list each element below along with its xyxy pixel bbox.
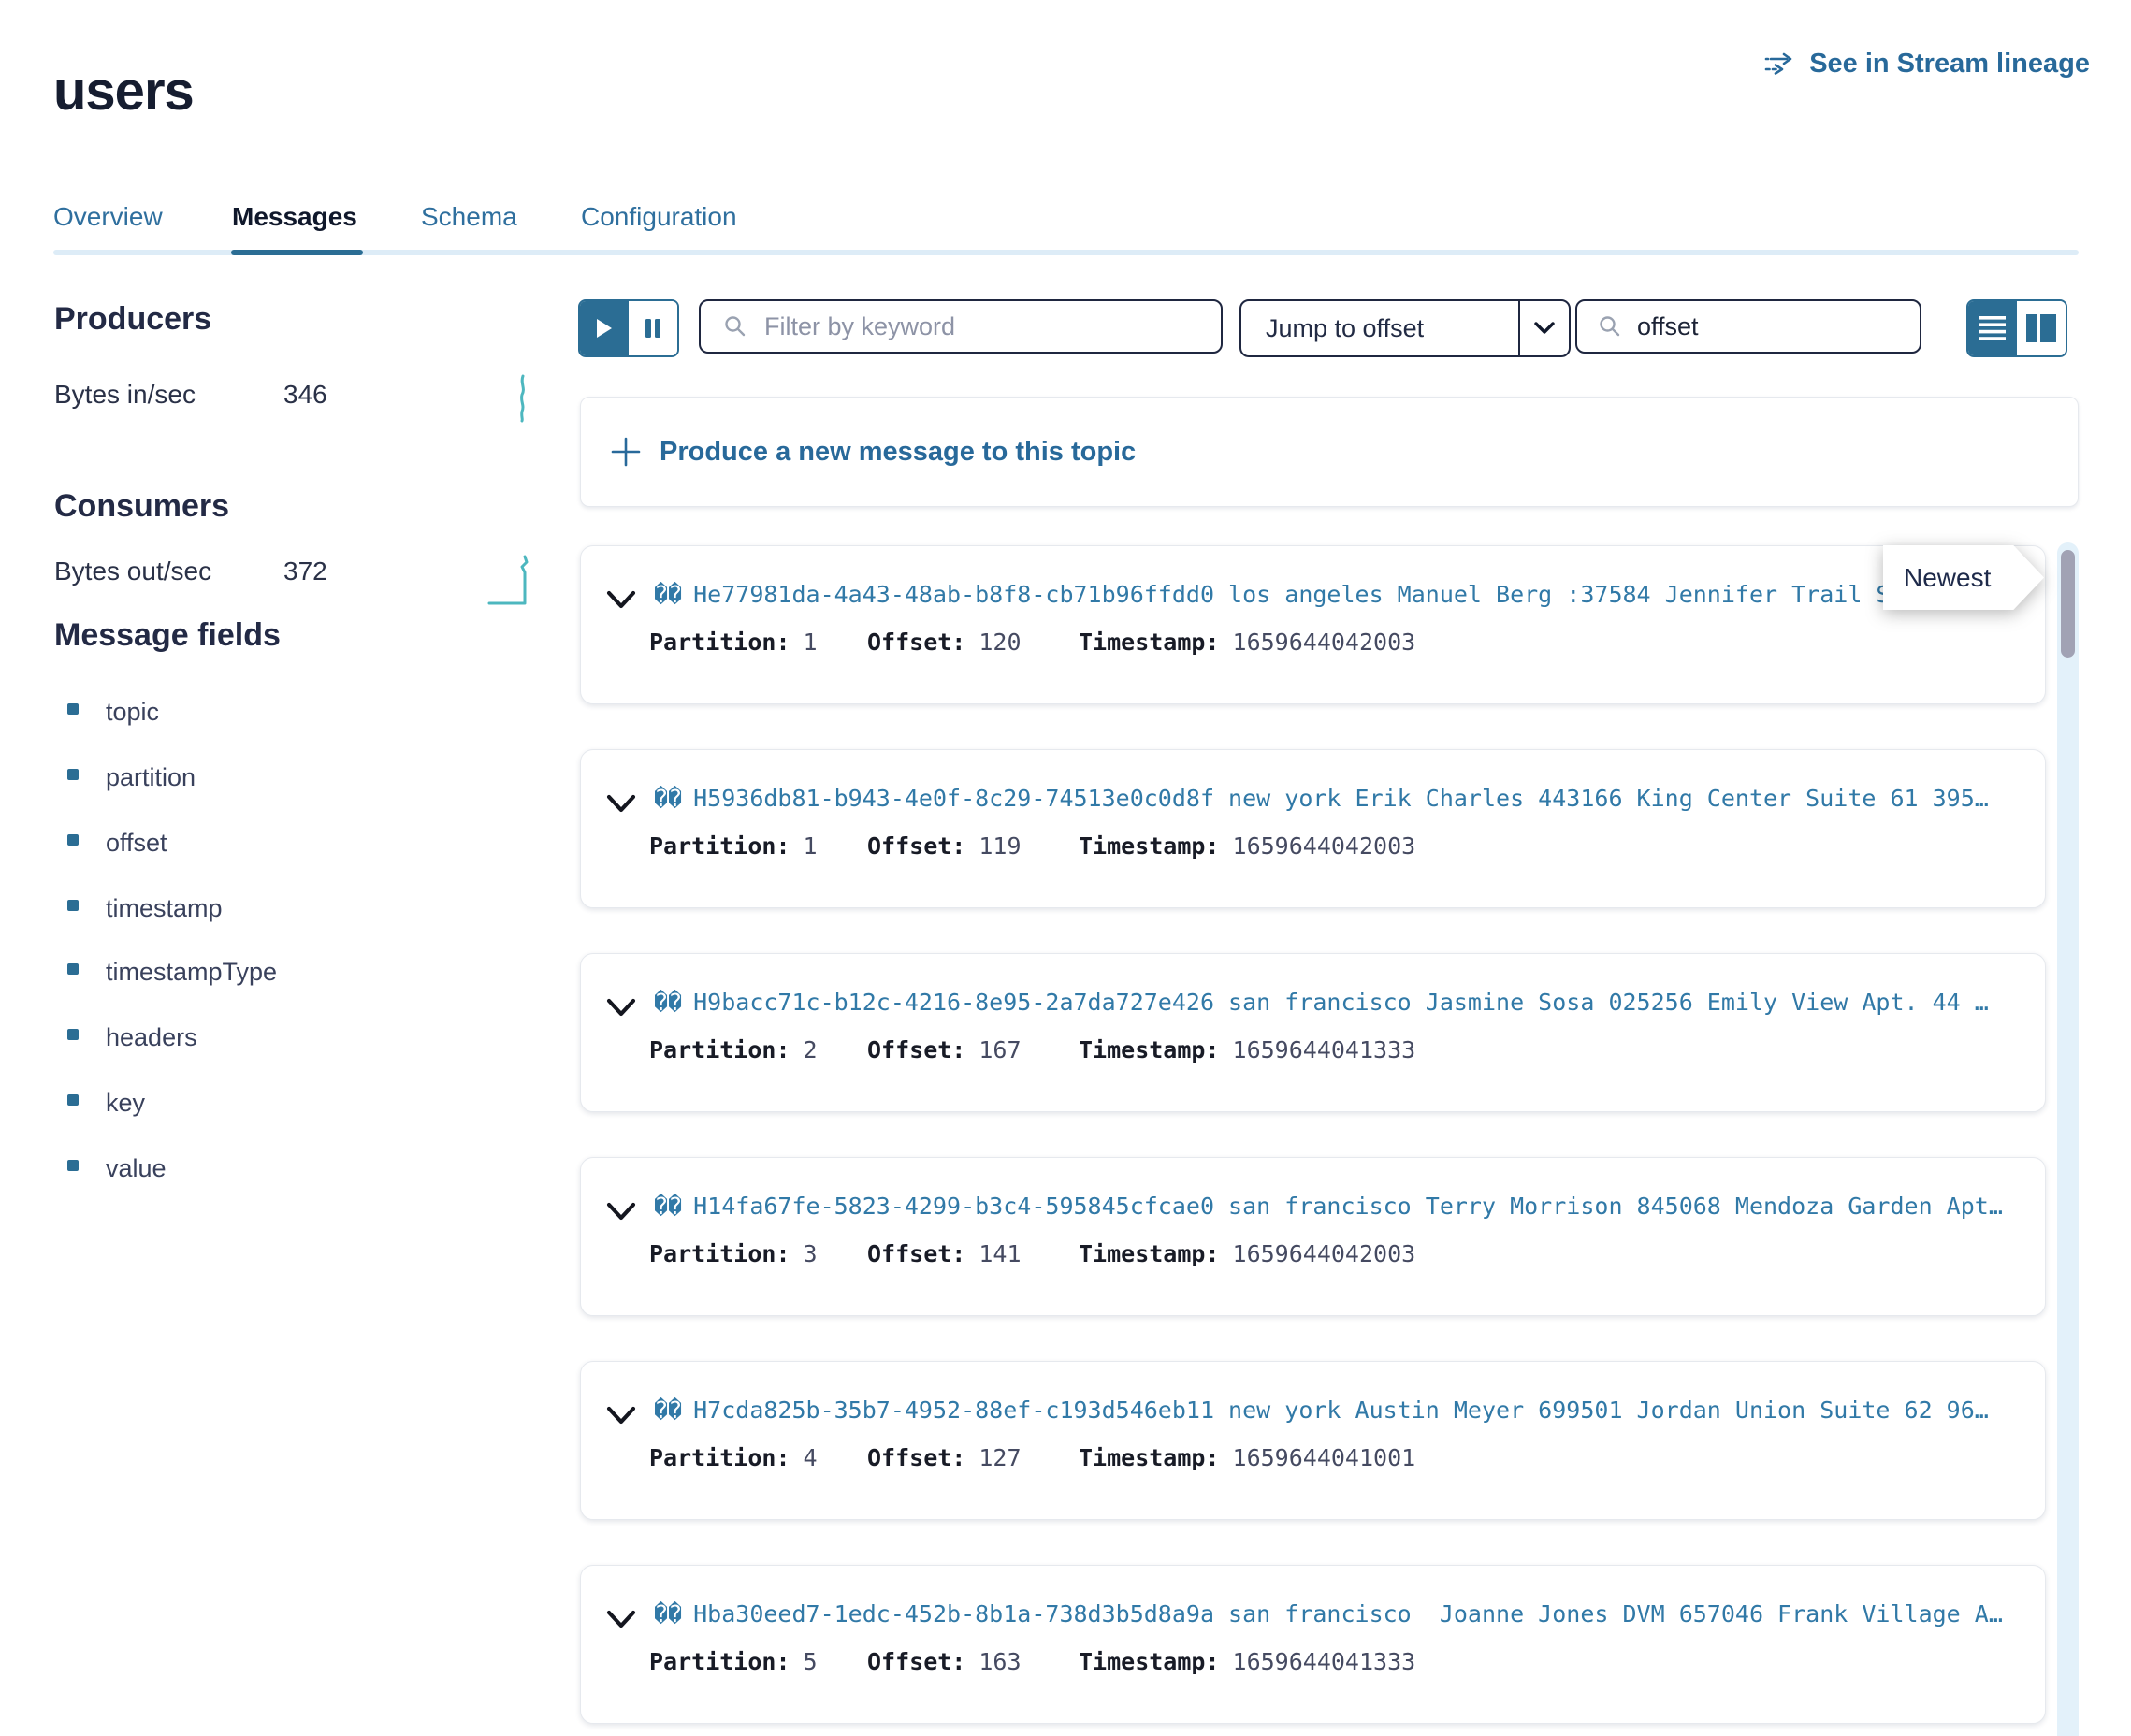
message-key: He77981da-4a43-48ab-b8f8-cb71b96ffdd0 lo… bbox=[693, 581, 1890, 608]
expand-chevron-icon[interactable] bbox=[606, 1610, 636, 1630]
partition-value: 5 bbox=[790, 1648, 818, 1675]
message-key: H7cda825b-35b7-4952-88ef-c193d546eb11 ne… bbox=[693, 1396, 1989, 1424]
offset-value: 120 bbox=[965, 629, 1021, 656]
key-glyphs: �� bbox=[654, 1193, 682, 1220]
plus-icon bbox=[611, 437, 641, 467]
offset-value: 141 bbox=[965, 1240, 1021, 1267]
bullet-icon bbox=[67, 1029, 79, 1040]
play-icon bbox=[596, 318, 613, 339]
jump-to-offset-select[interactable]: Jump to offset bbox=[1239, 299, 1571, 357]
consumers-heading: Consumers bbox=[54, 488, 229, 525]
key-glyphs: �� bbox=[654, 1600, 682, 1628]
tab-overview[interactable]: Overview bbox=[53, 202, 163, 232]
produce-message-button[interactable]: Produce a new message to this topic bbox=[580, 397, 2079, 507]
message-row[interactable]: �� H5936db81-b943-4e0f-8c29-74513e0c0d8f … bbox=[580, 749, 2046, 908]
select-chevron-cell bbox=[1518, 301, 1569, 355]
offset-value: 167 bbox=[965, 1036, 1021, 1063]
newest-tooltip-label: Newest bbox=[1904, 563, 1991, 593]
message-fields-heading: Message fields bbox=[54, 617, 281, 654]
play-pause-toggle bbox=[578, 299, 679, 357]
stream-lineage-link[interactable]: See in Stream lineage bbox=[1764, 49, 2090, 80]
pause-button[interactable] bbox=[629, 301, 677, 355]
message-key: H14fa67fe-5823-4299-b3c4-595845cfcae0 sa… bbox=[693, 1193, 2003, 1220]
produce-message-label: Produce a new message to this topic bbox=[660, 437, 1136, 468]
bullet-icon bbox=[67, 900, 79, 911]
list-view-icon bbox=[1979, 316, 2006, 340]
tab-messages[interactable]: Messages bbox=[232, 202, 357, 232]
split-view-icon bbox=[2026, 314, 2056, 342]
key-glyphs: �� bbox=[654, 581, 682, 608]
bullet-icon bbox=[67, 769, 79, 780]
offset-value: 127 bbox=[965, 1444, 1021, 1471]
partition-value: 2 bbox=[790, 1036, 818, 1063]
message-row[interactable]: �� Hba30eed7-1edc-452b-8b1a-738d3b5d8a9a … bbox=[580, 1565, 2046, 1724]
play-button[interactable] bbox=[580, 301, 629, 355]
keyword-filter-input[interactable] bbox=[762, 311, 1221, 342]
message-row[interactable]: �� H9bacc71c-b12c-4216-8e95-2a7da727e426 … bbox=[580, 953, 2046, 1112]
message-key: H9bacc71c-b12c-4216-8e95-2a7da727e426 sa… bbox=[693, 989, 1989, 1016]
offset-search-input[interactable] bbox=[1635, 311, 1920, 342]
partition-value: 1 bbox=[790, 629, 818, 656]
topic-messages-page: users See in Stream lineage Overview Mes… bbox=[0, 0, 2131, 1736]
scrollbar-thumb[interactable] bbox=[2061, 550, 2075, 658]
timestamp-value: 1659644041333 bbox=[1220, 1648, 1416, 1675]
expand-chevron-icon[interactable] bbox=[606, 794, 636, 815]
message-key: Hba30eed7-1edc-452b-8b1a-738d3b5d8a9a sa… bbox=[693, 1600, 2003, 1628]
offset-value: 163 bbox=[965, 1648, 1021, 1675]
bytes-out-sparkline bbox=[487, 552, 529, 606]
partition-value: 1 bbox=[790, 832, 818, 860]
producers-heading: Producers bbox=[54, 301, 211, 338]
partition-value: 3 bbox=[790, 1240, 818, 1267]
tab-configuration[interactable]: Configuration bbox=[581, 202, 737, 232]
stream-lineage-label: See in Stream lineage bbox=[1809, 49, 2090, 80]
message-row[interactable]: �� H14fa67fe-5823-4299-b3c4-595845cfcae0 … bbox=[580, 1157, 2046, 1316]
key-glyphs: �� bbox=[654, 785, 682, 812]
tab-schema[interactable]: Schema bbox=[421, 202, 517, 232]
page-title: users bbox=[53, 60, 194, 123]
expand-chevron-icon[interactable] bbox=[606, 1406, 636, 1426]
timestamp-value: 1659644042003 bbox=[1220, 629, 1416, 656]
expand-chevron-icon[interactable] bbox=[606, 998, 636, 1019]
timestamp-value: 1659644041333 bbox=[1220, 1036, 1416, 1063]
keyword-filter-field bbox=[699, 299, 1223, 354]
view-mode-toggle bbox=[1966, 299, 2067, 357]
list-view-button[interactable] bbox=[1968, 301, 2017, 355]
partition-value: 4 bbox=[790, 1444, 818, 1471]
search-icon bbox=[1598, 314, 1622, 339]
bullet-icon bbox=[67, 1094, 79, 1106]
bytes-in-value: 346 bbox=[283, 380, 327, 410]
key-glyphs: �� bbox=[654, 1396, 682, 1424]
pause-icon bbox=[645, 318, 661, 339]
message-key: H5936db81-b943-4e0f-8c29-74513e0c0d8f ne… bbox=[693, 785, 1989, 812]
message-row[interactable]: �� H7cda825b-35b7-4952-88ef-c193d546eb11 … bbox=[580, 1361, 2046, 1520]
bytes-in-sparkline bbox=[514, 374, 530, 423]
bytes-out-value: 372 bbox=[283, 557, 327, 586]
tabs-underline-active bbox=[231, 250, 363, 255]
timestamp-value: 1659644041001 bbox=[1220, 1444, 1416, 1471]
jump-to-offset-value: Jump to offset bbox=[1241, 301, 1518, 355]
timestamp-value: 1659644042003 bbox=[1220, 832, 1416, 860]
offset-search-field bbox=[1575, 299, 1921, 354]
chevron-down-icon bbox=[1534, 322, 1555, 335]
bullet-icon bbox=[67, 1160, 79, 1171]
key-glyphs: �� bbox=[654, 989, 682, 1016]
bytes-out-label: Bytes out/sec bbox=[54, 557, 211, 586]
search-icon bbox=[723, 314, 747, 339]
bullet-icon bbox=[67, 834, 79, 846]
message-row[interactable]: �� He77981da-4a43-48ab-b8f8-cb71b96ffdd0 … bbox=[580, 545, 2046, 704]
timestamp-value: 1659644042003 bbox=[1220, 1240, 1416, 1267]
bullet-icon bbox=[67, 963, 79, 975]
bullet-icon bbox=[67, 703, 79, 715]
lineage-arrows-icon bbox=[1764, 51, 1798, 78]
bytes-in-label: Bytes in/sec bbox=[54, 380, 196, 410]
scrollbar-track[interactable] bbox=[2057, 542, 2079, 1736]
split-view-button[interactable] bbox=[2017, 301, 2066, 355]
expand-chevron-icon[interactable] bbox=[606, 590, 636, 611]
offset-value: 119 bbox=[965, 832, 1021, 860]
newest-tooltip: Newest bbox=[1883, 545, 2044, 610]
expand-chevron-icon[interactable] bbox=[606, 1202, 636, 1222]
